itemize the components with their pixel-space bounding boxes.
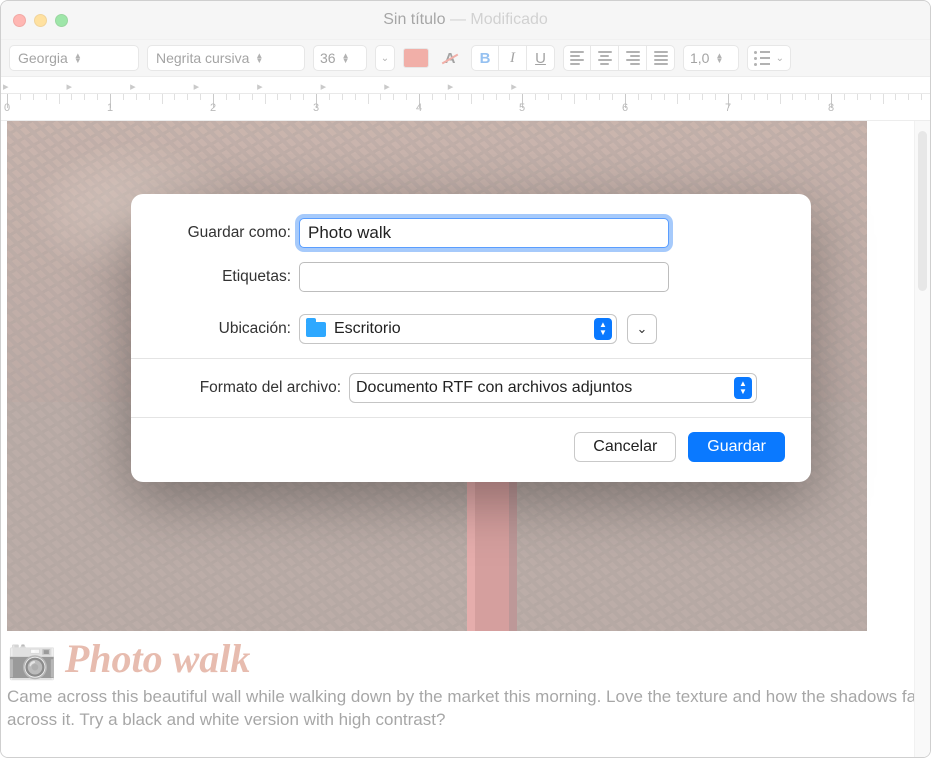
tags-label: Etiquetas: (157, 268, 299, 286)
file-format-label: Formato del archivo: (157, 379, 349, 397)
divider (131, 417, 811, 418)
save-as-input[interactable] (299, 218, 669, 248)
file-format-select[interactable]: Documento RTF con archivos adjuntos ▲▼ (349, 373, 757, 403)
cancel-button[interactable]: Cancelar (574, 432, 676, 462)
location-label: Ubicación: (157, 320, 299, 338)
location-select[interactable]: Escritorio ▲▼ (299, 314, 617, 344)
save-button[interactable]: Guardar (688, 432, 785, 462)
tags-input[interactable] (299, 262, 669, 292)
location-value: Escritorio (334, 320, 401, 338)
stepper-icon: ▲▼ (734, 377, 752, 399)
divider (131, 358, 811, 359)
save-as-label: Guardar como: (157, 224, 299, 242)
save-dialog: Guardar como: Etiquetas: Ubicación: Escr… (131, 194, 811, 482)
file-format-value: Documento RTF con archivos adjuntos (356, 379, 632, 397)
app-window: Sin título — Modificado Georgia ▲▼ Negri… (0, 0, 931, 758)
expand-dialog-button[interactable]: ⌄ (627, 314, 657, 344)
stepper-icon: ▲▼ (594, 318, 612, 340)
folder-icon (306, 322, 326, 337)
